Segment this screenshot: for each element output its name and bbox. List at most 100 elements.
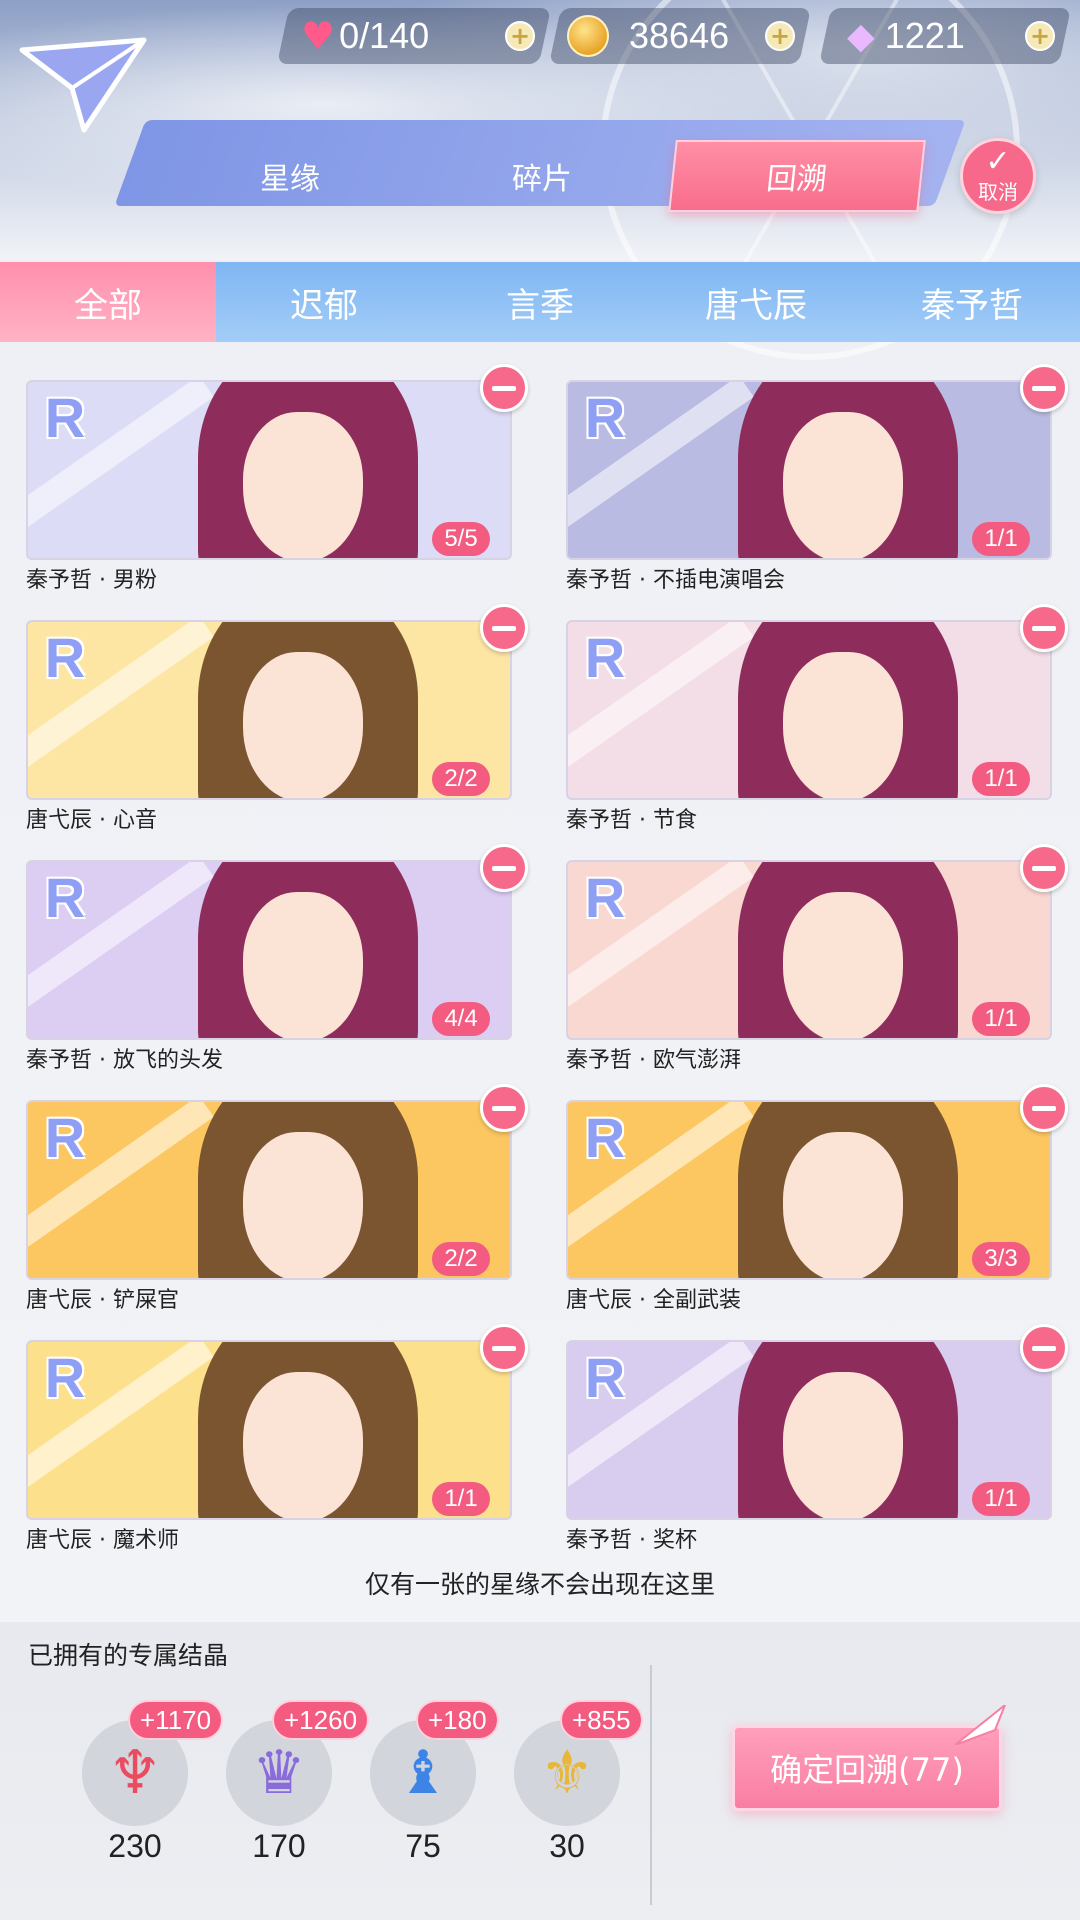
remove-card-button[interactable]	[480, 1324, 528, 1372]
filter-all[interactable]: 全部	[0, 262, 216, 342]
rarity-badge: R	[584, 865, 626, 929]
card-item[interactable]: R 1/1 唐弋辰 · 魔术师	[26, 1324, 528, 1553]
rarity-badge: R	[584, 385, 626, 449]
card-name: 唐弋辰 · 魔术师	[26, 1528, 179, 1553]
rarity-badge: R	[44, 385, 86, 449]
add-gold-button[interactable]: +	[765, 21, 795, 51]
remove-card-button[interactable]	[1020, 604, 1068, 652]
character-face	[783, 892, 903, 1038]
card-name: 秦予哲 · 欧气澎湃	[566, 1048, 741, 1073]
tab-xingyuan[interactable]: 星缘	[170, 140, 410, 212]
card-name: 秦予哲 · 男粉	[26, 568, 157, 593]
card-name: 唐弋辰 · 铲屎官	[26, 1288, 179, 1313]
crystal-bonus-badge: +180	[416, 1700, 499, 1740]
minus-icon	[492, 385, 516, 391]
info-note: 仅有一张的星缘不会出现在这里	[364, 1570, 715, 1599]
card-name: 秦予哲 · 放飞的头发	[26, 1048, 223, 1073]
card-item[interactable]: R 4/4 秦予哲 · 放飞的头发	[26, 844, 528, 1073]
coin-icon	[567, 15, 609, 57]
card-count-badge: 3/3	[972, 1242, 1030, 1276]
card-item[interactable]: R 1/1 秦予哲 · 节食	[566, 604, 1068, 833]
minus-icon	[1032, 625, 1056, 631]
tab-suipian[interactable]: 碎片	[422, 140, 662, 212]
character-face	[243, 1132, 363, 1278]
remove-card-button[interactable]	[480, 364, 528, 412]
checkmark-icon: ✓	[985, 143, 1011, 179]
minus-icon	[1032, 865, 1056, 871]
panel-divider	[650, 1665, 652, 1905]
remove-card-button[interactable]	[1020, 1324, 1068, 1372]
filter-tangyichen[interactable]: 唐弋辰	[648, 262, 864, 342]
card-count-badge: 2/2	[432, 762, 490, 796]
minus-icon	[492, 625, 516, 631]
add-stamina-button[interactable]: +	[505, 21, 535, 51]
heart-icon: ♥	[301, 14, 336, 58]
add-diamond-button[interactable]: +	[1025, 21, 1055, 51]
filter-label: 迟郁	[290, 285, 358, 326]
sparkle-decoration-icon	[955, 1705, 1007, 1745]
remove-card-button[interactable]	[1020, 1084, 1068, 1132]
remove-card-button[interactable]	[1020, 364, 1068, 412]
gold-value: 38646	[629, 15, 730, 56]
filter-chiyu[interactable]: 迟郁	[216, 262, 432, 342]
tab-label: 星缘	[260, 162, 320, 197]
card-count-badge: 1/1	[972, 522, 1030, 556]
cancel-button[interactable]: ✓ 取消	[960, 138, 1036, 214]
rarity-badge: R	[44, 625, 86, 689]
card-count-badge: 5/5	[432, 522, 490, 556]
character-face	[243, 1372, 363, 1518]
card-item[interactable]: R 3/3 唐弋辰 · 全副武装	[566, 1084, 1068, 1313]
crystal-bonus-badge: +855	[560, 1700, 643, 1740]
rarity-badge: R	[584, 625, 626, 689]
crystal-panel-title: 已拥有的专属结晶	[28, 1641, 229, 1670]
crystal-owned-count: 30	[549, 1828, 585, 1864]
filter-label: 唐弋辰	[705, 285, 807, 326]
rarity-badge: R	[584, 1345, 626, 1409]
card-count-badge: 1/1	[972, 1482, 1030, 1516]
confirm-label: 确定回溯(77)	[770, 1751, 964, 1789]
gold-counter: 38646 +	[549, 8, 811, 64]
character-filter-bar: 全部 迟郁 言季 唐弋辰 秦予哲	[0, 262, 1080, 342]
character-face	[243, 652, 363, 798]
remove-card-button[interactable]	[480, 1084, 528, 1132]
minus-icon	[492, 865, 516, 871]
filter-label: 言季	[506, 285, 574, 326]
character-face	[783, 652, 903, 798]
card-count-badge: 2/2	[432, 1242, 490, 1276]
diamond-icon: ◆	[847, 15, 875, 57]
remove-card-button[interactable]	[480, 604, 528, 652]
card-item[interactable]: R 5/5 秦予哲 · 男粉	[26, 364, 528, 593]
minus-icon	[1032, 1105, 1056, 1111]
paper-plane-icon[interactable]	[14, 30, 154, 140]
remove-card-button[interactable]	[1020, 844, 1068, 892]
rarity-badge: R	[44, 1345, 86, 1409]
rarity-badge: R	[44, 1105, 86, 1169]
crystal-owned-count: 75	[405, 1828, 441, 1864]
diamond-value: 1221	[884, 15, 965, 56]
card-item[interactable]: R 2/2 唐弋辰 · 铲屎官	[26, 1084, 528, 1313]
rarity-badge: R	[584, 1105, 626, 1169]
tab-label: 回溯	[764, 162, 829, 197]
filter-yanji[interactable]: 言季	[432, 262, 648, 342]
remove-card-button[interactable]	[480, 844, 528, 892]
crystal-owned-count: 230	[108, 1828, 162, 1864]
card-item[interactable]: R 1/1 秦予哲 · 奖杯	[566, 1324, 1068, 1553]
rarity-badge: R	[44, 865, 86, 929]
card-name: 唐弋辰 · 全副武装	[566, 1288, 741, 1313]
diamond-counter: ◆ 1221 +	[819, 8, 1071, 64]
minus-icon	[1032, 385, 1056, 391]
crystal-bonus-badge: +1260	[272, 1700, 370, 1740]
filter-qinyuzhe[interactable]: 秦予哲	[864, 262, 1080, 342]
card-name: 秦予哲 · 节食	[566, 808, 697, 833]
card-item[interactable]: R 2/2 唐弋辰 · 心音	[26, 604, 528, 833]
card-item[interactable]: R 1/1 秦予哲 · 欧气澎湃	[566, 844, 1068, 1073]
crystal-owned-count: 170	[252, 1828, 306, 1864]
card-name: 唐弋辰 · 心音	[26, 808, 157, 833]
cancel-label: 取消	[978, 179, 1018, 204]
stamina-counter: ♥ 0/140 +	[277, 8, 551, 64]
tab-label: 碎片	[512, 162, 572, 197]
tab-huisu[interactable]: 回溯	[668, 140, 926, 212]
stamina-value: 0/140	[339, 15, 430, 56]
minus-icon	[492, 1345, 516, 1351]
card-item[interactable]: R 1/1 秦予哲 · 不插电演唱会	[566, 364, 1068, 593]
